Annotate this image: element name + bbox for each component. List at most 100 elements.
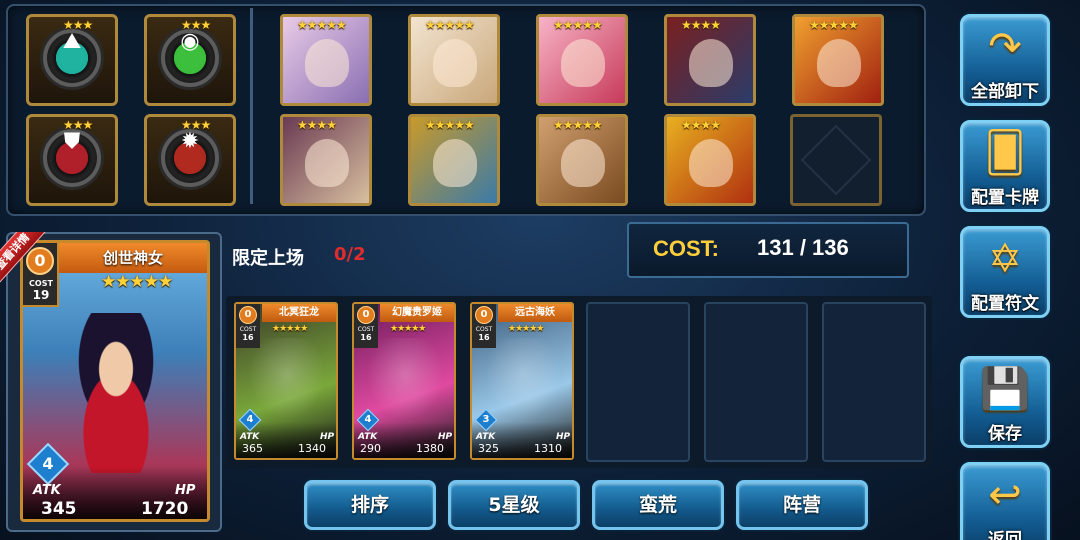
panel-divider [250, 8, 253, 204]
hero-stars: ★★★★★ [553, 118, 603, 132]
side-button-label: 全部卸下 [971, 82, 1039, 102]
details-ribbon-wrap: 查看详情 [0, 232, 76, 312]
hero-stars: ★★★★ [681, 18, 721, 32]
deck-cost-circle: 0 [357, 306, 375, 324]
deck-card-hp: 1380 [416, 442, 444, 455]
deck-cost-label: COST [475, 326, 493, 333]
empty-deck-slot[interactable] [822, 302, 926, 462]
hero-portrait [305, 39, 349, 87]
rune-slot[interactable]: ◉ ★★★ [144, 14, 236, 106]
rune-stars: ★★★ [63, 118, 93, 132]
empty-deck-slot[interactable] [586, 302, 690, 462]
featured-card-stars: ★★★★★ [101, 272, 173, 292]
cost-box: COST: 131 / 136 [627, 222, 909, 278]
deck-card-level: 4 [246, 414, 254, 425]
deck-atk-label: ATK [476, 432, 496, 442]
deck-cost-value: 16 [360, 333, 372, 342]
hero-stars: ★★★★ [297, 118, 337, 132]
rune-glyph-icon: ⛊ [63, 129, 81, 154]
back-button[interactable]: ↩ 返回 [960, 462, 1050, 540]
team-hero-slot[interactable]: ★★★★ [664, 14, 756, 106]
limit-count: 0/2 [334, 244, 366, 265]
hero-stars: ★★★★ [681, 118, 721, 132]
deck-cost-column: 0 COST 16 [236, 304, 260, 348]
deck-card-stars: ★★★★★ [390, 324, 426, 334]
hero-stars: ★★★★★ [425, 118, 475, 132]
team-hero-slot[interactable]: ★★★★★ [792, 14, 884, 106]
rotate-arrow-icon: ↷ [988, 24, 1022, 70]
team-hero-slot[interactable]: ★★★★★ [536, 14, 628, 106]
deck-cost-column: 0 COST 16 [354, 304, 378, 348]
cost-value: 131 / 136 [757, 235, 849, 260]
deck-card[interactable]: 0 COST 16 远古海妖 ★★★★★ 3 ATK HP 325 1310 [470, 302, 574, 460]
featured-hp-label: HP [175, 483, 196, 498]
configure-cards-button[interactable]: 🂠 配置卡牌 [960, 120, 1050, 212]
hero-portrait [305, 139, 349, 187]
rune-glyph-icon: ⛰ [62, 29, 82, 54]
filter-button[interactable]: 5星级 [448, 480, 580, 530]
team-hero-slot[interactable]: ★★★★ [664, 114, 756, 206]
deck-cost-label: COST [357, 326, 375, 333]
deck-atk-label: ATK [358, 432, 378, 442]
save-button[interactable]: 💾 保存 [960, 356, 1050, 448]
rune-glyph-icon: ✹ [180, 129, 200, 154]
team-hero-slot[interactable]: ★★★★★ [408, 14, 500, 106]
hero-portrait [689, 39, 733, 87]
side-button-label: 保存 [988, 424, 1022, 444]
deck-atk-label: ATK [240, 432, 260, 442]
empty-hero-slot[interactable] [790, 114, 882, 206]
empty-deck-slot[interactable] [704, 302, 808, 462]
rune-slot[interactable]: ⛊ ★★★ [26, 114, 118, 206]
star-of-david-icon: ✡ [988, 236, 1022, 282]
unequip-all-button[interactable]: ↷ 全部卸下 [960, 14, 1050, 106]
rune-slot[interactable]: ⛰ ★★★ [26, 14, 118, 106]
deck-cost-label: COST [239, 326, 257, 333]
team-hero-slot[interactable]: ★★★★★ [536, 114, 628, 206]
deck-cost-value: 16 [478, 333, 490, 342]
cards-icon: 🂠 [984, 130, 1026, 176]
featured-atk-label: ATK [33, 483, 61, 498]
view-details-ribbon[interactable]: 查看详情 [0, 232, 46, 287]
hero-portrait [689, 139, 733, 187]
hero-stars: ★★★★★ [425, 18, 475, 32]
team-hero-slot[interactable]: ★★★★★ [280, 14, 372, 106]
deck-hp-label: HP [438, 432, 453, 442]
deck-cost-circle: 0 [475, 306, 493, 324]
deck-cost-value: 16 [242, 333, 254, 342]
deck-card-level: 3 [482, 414, 490, 425]
cost-label: COST: [653, 236, 719, 261]
deck-card[interactable]: 0 COST 16 北冥狂龙 ★★★★★ 4 ATK HP 365 1340 [234, 302, 338, 460]
filter-button[interactable]: 阵营 [736, 480, 868, 530]
rune-slot[interactable]: ✹ ★★★ [144, 114, 236, 206]
hero-stars: ★★★★★ [297, 18, 347, 32]
hero-portrait [561, 39, 605, 87]
deck-card-hp: 1340 [298, 442, 326, 455]
filter-button[interactable]: 蛮荒 [592, 480, 724, 530]
hero-stars: ★★★★★ [809, 18, 859, 32]
limit-label: 限定上场 [232, 248, 304, 269]
configure-runes-button[interactable]: ✡ 配置符文 [960, 226, 1050, 318]
featured-level: 4 [42, 454, 54, 473]
team-hero-slot[interactable]: ★★★★ [280, 114, 372, 206]
hero-portrait [433, 139, 477, 187]
hero-portrait [561, 139, 605, 187]
hero-portrait [817, 39, 861, 87]
deck-card-atk: 365 [242, 442, 263, 455]
deck-card[interactable]: 0 COST 16 幻魔贵罗姬 ★★★★★ 4 ATK HP 290 1380 [352, 302, 456, 460]
hero-portrait [433, 39, 477, 87]
team-hero-slot[interactable]: ★★★★★ [408, 114, 500, 206]
filter-button[interactable]: 排序 [304, 480, 436, 530]
deck-card-level: 4 [364, 414, 372, 425]
rune-stars: ★★★ [63, 18, 93, 32]
empty-slot-pattern [800, 124, 872, 196]
deck-card-stars: ★★★★★ [508, 324, 544, 334]
deck-cost-column: 0 COST 16 [472, 304, 496, 348]
deck-card-name: 北冥狂龙 [262, 304, 336, 322]
rune-glyph-icon: ◉ [180, 29, 200, 54]
deck-card-atk: 290 [360, 442, 381, 455]
featured-card-art [51, 313, 181, 473]
rune-stars: ★★★ [181, 18, 211, 32]
rune-stars: ★★★ [181, 118, 211, 132]
deck-cost-circle: 0 [239, 306, 257, 324]
deck-card-hp: 1310 [534, 442, 562, 455]
